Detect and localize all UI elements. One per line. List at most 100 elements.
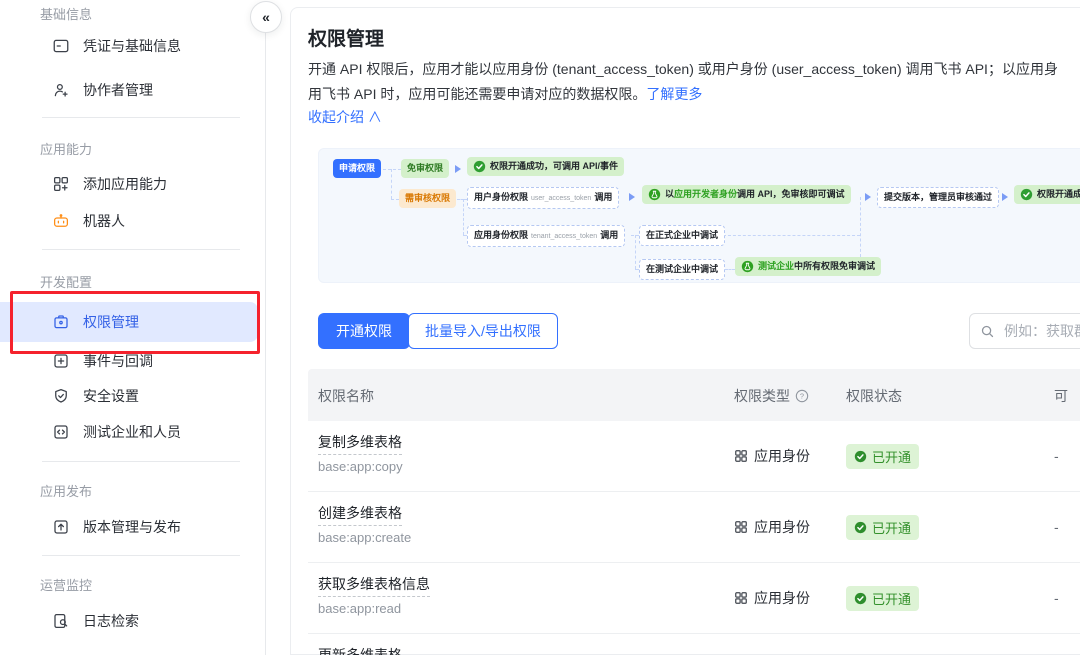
status-badge: 已开通 [846,586,919,611]
check-circle-icon [1020,188,1033,201]
arrow-right-icon [865,193,871,201]
permission-table: 复制多维表格 base:app:copy 应用身份 已开通 - 创建多维表格 b… [308,421,1080,655]
permission-name-cell: 复制多维表格 base:app:copy [318,432,403,474]
permission-type-cell: 应用身份 [734,563,810,633]
table-row: 创建多维表格 base:app:create 应用身份 已开通 - [308,492,1080,563]
sidebar-collapse-button[interactable]: « [250,1,282,33]
sidebar-item-version-release[interactable]: 版本管理与发布 [0,507,258,547]
help-circle-icon[interactable]: ? [795,389,809,403]
sidebar-item-collaborators[interactable]: 协作者管理 [0,70,258,110]
learn-more-link[interactable]: 了解更多 [646,86,702,102]
safe-icon [52,313,70,331]
permission-name[interactable]: 获取多维表格信息 [318,574,430,597]
robot-icon [52,212,70,230]
sidebar-border [265,30,266,655]
diagram-node-success: 权限开通成功，可调用 API/事件 [467,157,624,176]
app-identity-grid-icon [734,520,748,534]
publish-up-icon [52,518,70,536]
arrow-right-icon [1002,193,1008,201]
table-row: 获取多维表格信息 base:app:read 应用身份 已开通 - [308,563,1080,634]
connector [463,199,464,235]
status-badge: 已开通 [846,444,919,469]
credential-card-icon [52,37,70,55]
diagram-node-formal-debug: 在正式企业中调试 [639,225,725,246]
sidebar-item-credentials[interactable]: 凭证与基础信息 [0,26,258,66]
column-header-type: 权限类型 ? [734,386,809,406]
permission-name-cell: 创建多维表格 base:app:create [318,503,411,545]
connector [391,169,392,199]
column-header-name: 权限名称 [318,386,374,406]
sidebar-divider [42,461,240,462]
connector [457,199,467,200]
permission-search-box[interactable] [969,313,1080,349]
magnifier-icon [980,324,995,339]
sidebar: 基础信息 凭证与基础信息 协作者管理 应用能力 添加应用能力 机器人 开发配置 … [0,0,265,655]
permission-code: base:app:read [318,601,430,616]
connector [383,169,401,170]
diagram-node-test-success: 测试企业中所有权限免审调试 [735,257,881,276]
permission-code: base:app:create [318,530,411,545]
sidebar-item-label: 安全设置 [83,386,139,406]
permission-type-cell: 应用身份 [734,421,810,491]
svg-text:?: ? [800,392,804,401]
grid-add-icon [52,175,70,193]
permission-type-cell: 应用身份 [734,492,810,562]
collapse-intro-link[interactable]: 收起介绍 ∧ [308,107,382,127]
sidebar-section-capabilities: 应用能力 [40,139,92,158]
permission-name[interactable]: 创建多维表格 [318,503,402,526]
intro-line-2: 用飞书 API 时，应用可能还需要申请对应的数据权限。了解更多 [308,84,702,104]
sidebar-item-security-settings[interactable]: 安全设置 [0,376,258,416]
chevron-up-icon: ∧ [368,109,382,125]
sidebar-section-monitoring: 运营监控 [40,575,92,594]
open-permission-button[interactable]: 开通权限 [318,313,410,349]
sidebar-item-add-capability[interactable]: 添加应用能力 [0,164,258,204]
sidebar-item-permission-management[interactable]: 权限管理 [0,302,258,342]
permission-status-cell: 已开通 [846,421,919,491]
permission-flow-diagram: 申请权限 免审权限 权限开通成功，可调用 API/事件 需审核权限 用户身份权限… [318,148,1080,283]
page-title: 权限管理 [308,24,384,51]
check-circle-icon [473,160,486,173]
check-circle-icon [854,592,867,605]
permission-name[interactable]: 复制多维表格 [318,432,402,455]
connector [860,197,861,257]
sidebar-item-log-search[interactable]: 日志检索 [0,601,258,641]
connector [725,269,735,270]
sidebar-item-bot[interactable]: 机器人 [0,201,258,241]
intro-line-1: 开通 API 权限后，应用才能以应用身份 (tenant_access_toke… [308,59,1058,79]
batch-import-export-button[interactable]: 批量导入/导出权限 [408,313,558,349]
sidebar-item-label: 添加应用能力 [83,174,167,194]
arrow-right-icon [455,165,461,173]
sidebar-section-release: 应用发布 [40,481,92,500]
sidebar-section-basic-info: 基础信息 [40,4,92,23]
diagram-node-no-review: 免审权限 [401,159,449,178]
search-input[interactable] [1002,322,1080,340]
app-identity-grid-icon [734,591,748,605]
arrow-right-icon [629,193,635,201]
diagram-node-apply: 申请权限 [333,159,381,178]
collapse-chevrons-icon: « [262,9,270,25]
diagram-node-tenant-permission: 应用身份权限tenant_access_token调用 [467,225,625,247]
sidebar-item-label: 机器人 [83,211,125,231]
diagram-node-need-review: 需审核权限 [399,189,456,208]
diagram-node-dev-debug: 以应用开发者身份调用 API，免审核即可调试 [642,185,851,204]
check-circle-icon [854,450,867,463]
sidebar-item-test-company[interactable]: 测试企业和人员 [0,412,258,452]
sidebar-divider [42,117,240,118]
sidebar-item-label: 凭证与基础信息 [83,36,181,56]
permission-status-cell: 已开通 [846,634,919,655]
app-identity-grid-icon [734,449,748,463]
permission-status-cell: 已开通 [846,563,919,633]
permission-scope-cell: - [1054,421,1059,491]
sidebar-item-events-callbacks[interactable]: 事件与回调 [0,341,258,381]
sidebar-section-dev-config: 开发配置 [40,272,92,291]
table-row: 更新多维表格 已开通 [308,634,1080,655]
permission-name[interactable]: 更新多维表格 [318,645,402,655]
sidebar-item-label: 事件与回调 [83,351,153,371]
permission-code: base:app:copy [318,459,403,474]
connector [723,235,860,236]
connector [635,235,636,269]
sidebar-item-label: 协作者管理 [83,80,153,100]
flask-circle-icon [741,260,754,273]
sidebar-divider [42,555,240,556]
sidebar-item-label: 测试企业和人员 [83,422,181,442]
